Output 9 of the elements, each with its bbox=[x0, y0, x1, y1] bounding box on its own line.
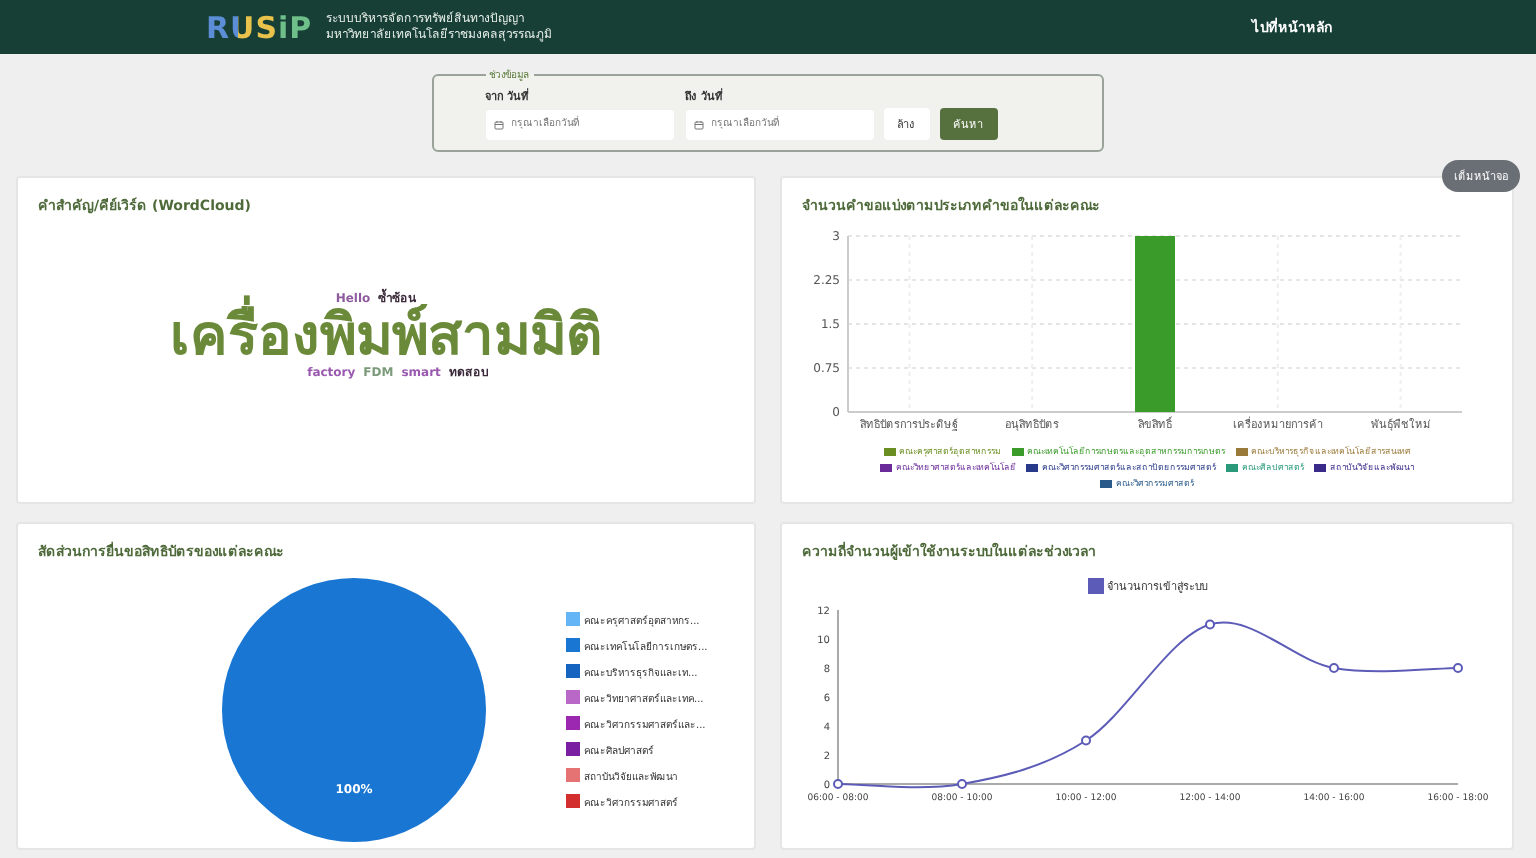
calendar-icon bbox=[693, 120, 703, 130]
data-point bbox=[833, 779, 843, 789]
calendar-icon bbox=[493, 120, 503, 130]
data-point bbox=[1329, 663, 1339, 673]
data-point bbox=[1453, 663, 1463, 673]
logo: RUSiP bbox=[206, 9, 313, 45]
data-point bbox=[1205, 619, 1215, 630]
data-point bbox=[1081, 735, 1091, 746]
data-point bbox=[957, 779, 967, 789]
